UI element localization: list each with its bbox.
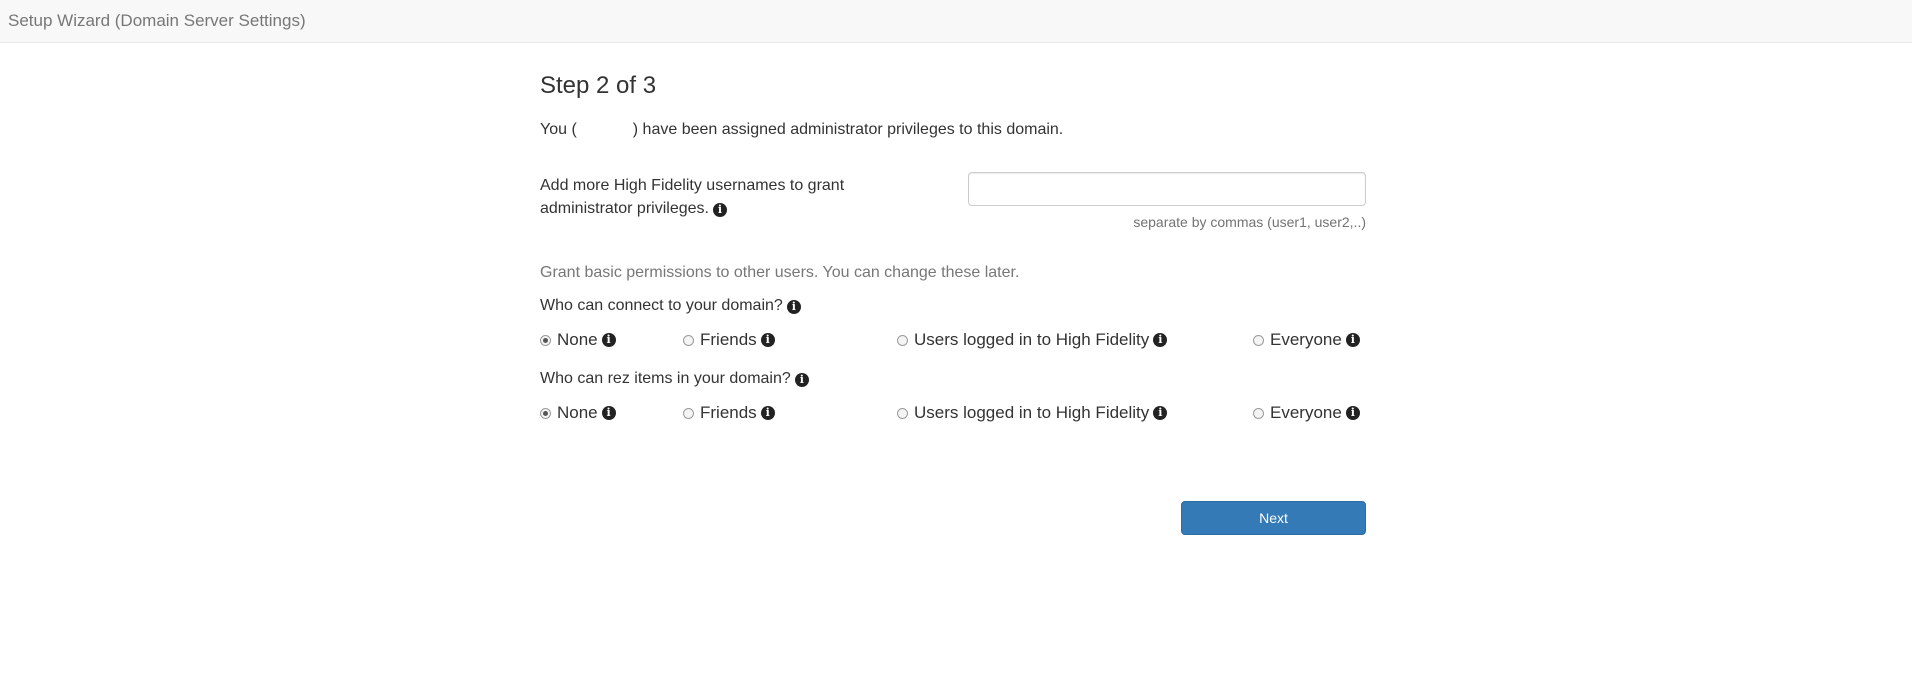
- info-icon[interactable]: i: [601, 333, 616, 347]
- radio-button[interactable]: [540, 407, 551, 419]
- option-label: Friends: [700, 330, 757, 349]
- rez-option-everyone[interactable]: Everyone i: [1253, 403, 1360, 423]
- connect-option-none[interactable]: None i: [540, 330, 616, 350]
- radio-button[interactable]: [897, 407, 908, 419]
- rez-permission-options: None i Friends i Users logged in to High F…: [540, 403, 1366, 425]
- radio-button[interactable]: [1253, 334, 1264, 346]
- option-label: None: [557, 330, 598, 349]
- radio-button[interactable]: [897, 334, 908, 346]
- info-icon[interactable]: i: [794, 373, 809, 387]
- additional-admins-label-text: Add more High Fidelity usernames to gran…: [540, 177, 845, 217]
- info-icon[interactable]: i: [712, 203, 727, 217]
- option-label: Everyone: [1270, 330, 1342, 349]
- option-label: Friends: [700, 403, 757, 422]
- option-label: Users logged in to High Fidelity: [914, 403, 1150, 422]
- additional-admins-label: Add more High Fidelity usernames to gran…: [540, 174, 880, 220]
- connect-option-friends[interactable]: Friends i: [683, 330, 775, 350]
- info-icon[interactable]: i: [1345, 406, 1360, 420]
- info-icon[interactable]: i: [760, 333, 775, 347]
- rez-option-friends[interactable]: Friends i: [683, 403, 775, 423]
- redacted-username: [576, 122, 633, 136]
- step-heading: Step 2 of 3: [540, 72, 657, 99]
- radio-button[interactable]: [540, 334, 551, 346]
- rez-option-logged-in[interactable]: Users logged in to High Fidelity i: [897, 403, 1168, 423]
- option-label: Users logged in to High Fidelity: [914, 330, 1150, 349]
- additional-admins-input[interactable]: [968, 172, 1366, 206]
- admin-notice-suffix: ) have been assigned administrator privi…: [632, 121, 1064, 138]
- info-icon[interactable]: i: [786, 300, 801, 314]
- top-navbar: Setup Wizard (Domain Server Settings): [0, 0, 1912, 43]
- rez-question-text: Who can rez items in your domain?: [540, 370, 791, 387]
- admin-privileges-notice: You ( ) have been assigned administrator …: [540, 121, 1063, 139]
- info-icon[interactable]: i: [1345, 333, 1360, 347]
- admins-help-text: separate by commas (user1, user2,..): [1133, 214, 1366, 230]
- radio-button[interactable]: [683, 407, 694, 419]
- next-button[interactable]: Next: [1181, 501, 1366, 535]
- admin-notice-prefix: You (: [540, 121, 577, 138]
- option-label: Everyone: [1270, 403, 1342, 422]
- connect-permission-question: Who can connect to your domain? i: [540, 297, 801, 315]
- connect-permission-options: None i Friends i Users logged in to High F…: [540, 330, 1366, 352]
- radio-button[interactable]: [1253, 407, 1264, 419]
- grant-permissions-intro: Grant basic permissions to other users. …: [540, 264, 1020, 281]
- connect-question-text: Who can connect to your domain?: [540, 297, 783, 314]
- connect-option-logged-in[interactable]: Users logged in to High Fidelity i: [897, 330, 1168, 350]
- info-icon[interactable]: i: [760, 406, 775, 420]
- radio-button[interactable]: [683, 334, 694, 346]
- info-icon[interactable]: i: [601, 406, 616, 420]
- connect-option-everyone[interactable]: Everyone i: [1253, 330, 1360, 350]
- option-label: None: [557, 403, 598, 422]
- rez-permission-question: Who can rez items in your domain? i: [540, 370, 809, 388]
- info-icon[interactable]: i: [1153, 333, 1168, 347]
- app-title[interactable]: Setup Wizard (Domain Server Settings): [8, 11, 306, 31]
- info-icon[interactable]: i: [1153, 406, 1168, 420]
- rez-option-none[interactable]: None i: [540, 403, 616, 423]
